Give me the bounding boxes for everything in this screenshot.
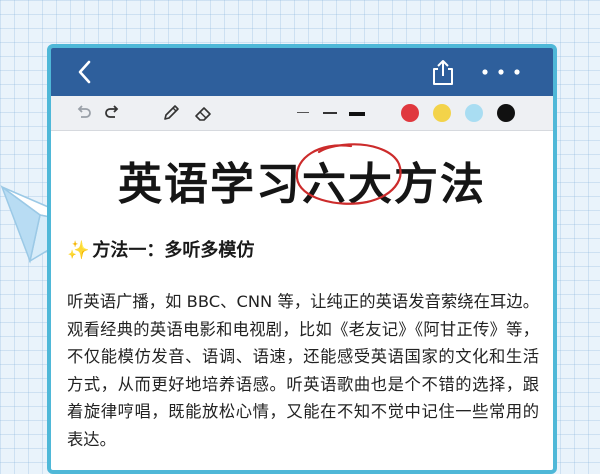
note-window: 英语学习六大方法 ✨ 方法一：多听多模仿 听英语广播，如 BBC、CNN 等，让纯… [47, 44, 557, 474]
thick-line-option[interactable] [349, 112, 365, 116]
method-paragraph: 听英语广播，如 BBC、CNN 等，让纯正的英语发音萦绕在耳边。观看经典的英语电… [67, 292, 539, 449]
pen-icon[interactable] [161, 103, 181, 123]
red-circle-annotation [295, 143, 402, 205]
medium-line-option[interactable] [323, 112, 337, 114]
thin-line-option[interactable] [297, 112, 309, 113]
method-label: 方法一： [92, 240, 165, 261]
method-heading: ✨ 方法一：多听多模仿 [67, 236, 254, 262]
black-color-swatch[interactable] [497, 104, 515, 122]
method-name: 多听多模仿 [164, 240, 255, 261]
note-content: 英语学习六大方法 ✨ 方法一：多听多模仿 听英语广播，如 BBC、CNN 等，让纯… [51, 130, 553, 470]
share-icon[interactable] [431, 58, 455, 86]
yellow-color-swatch[interactable] [433, 104, 451, 122]
more-icon[interactable] [479, 66, 523, 78]
redo-icon[interactable] [103, 103, 123, 123]
back-chevron-icon[interactable] [75, 59, 95, 85]
sparkle-icon: ✨ [67, 240, 90, 261]
red-color-swatch[interactable] [401, 104, 419, 122]
undo-icon[interactable] [73, 103, 93, 123]
eraser-icon[interactable] [193, 103, 213, 123]
light-blue-color-swatch[interactable] [465, 104, 483, 122]
drawing-toolbar [51, 96, 553, 131]
top-navigation-bar [51, 48, 553, 96]
